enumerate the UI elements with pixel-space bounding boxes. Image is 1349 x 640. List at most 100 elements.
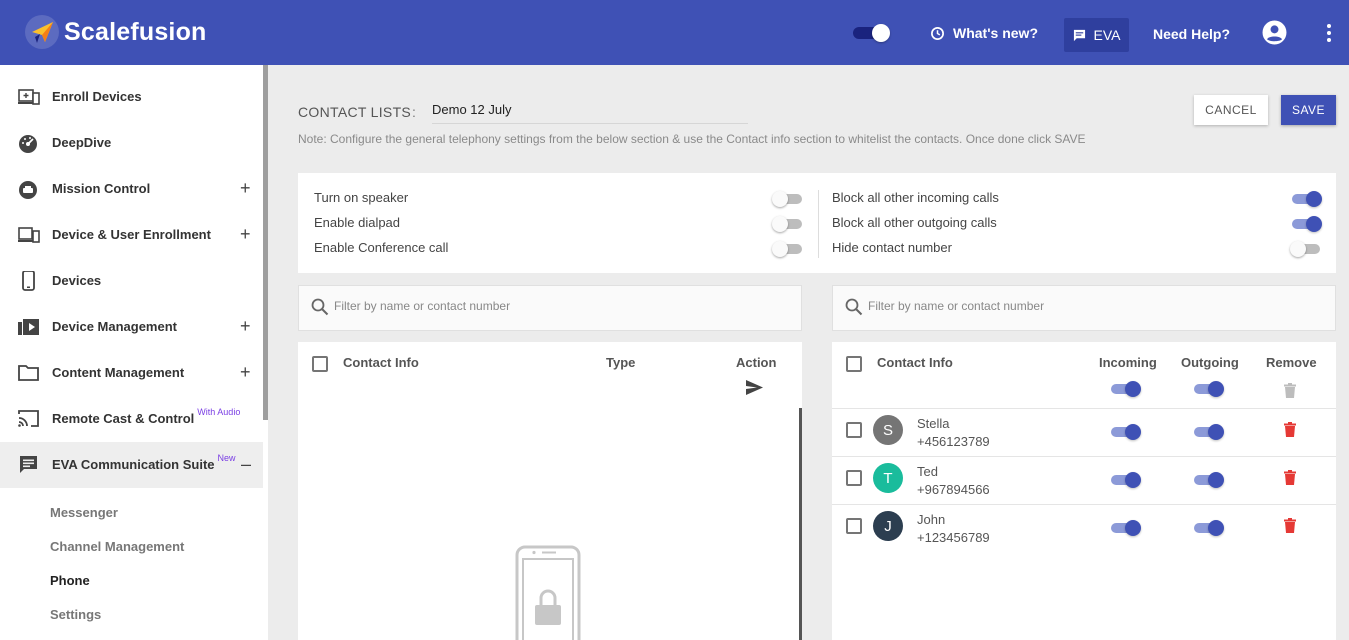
page-title: CONTACT LISTS <box>298 104 412 120</box>
subitem-channel-management[interactable]: Channel Management <box>50 539 184 554</box>
toggle-enable-dialpad[interactable] <box>772 216 804 232</box>
whats-new-label: What's new? <box>953 25 1038 41</box>
toggle-outgoing[interactable] <box>1192 520 1224 536</box>
toggle-outgoing[interactable] <box>1192 424 1224 440</box>
sidebar-item-remote-cast[interactable]: Remote Cast & Control With Audio <box>0 396 263 442</box>
subitem-phone[interactable]: Phone <box>50 573 90 588</box>
need-help-link[interactable]: Need Help? <box>1153 26 1230 42</box>
setting-hide-contact-number: Hide contact number <box>832 240 952 255</box>
collapse-minus-icon[interactable]: – <box>241 454 251 475</box>
sidebar: Enroll Devices DeepDive Mission Control … <box>0 65 268 640</box>
expand-plus-icon[interactable]: + <box>240 362 251 383</box>
setting-block-outgoing: Block all other outgoing calls <box>832 215 997 230</box>
column-remove: Remove <box>1266 355 1317 370</box>
left-search-bar <box>298 285 802 331</box>
right-search-input[interactable] <box>868 299 1268 313</box>
search-icon <box>311 298 329 316</box>
column-outgoing: Outgoing <box>1181 355 1239 370</box>
sidebar-scrollbar[interactable] <box>263 65 268 420</box>
note-text: Note: Configure the general telephony se… <box>298 132 1086 146</box>
toggle-enable-conference-call[interactable] <box>772 241 804 257</box>
settings-divider <box>818 190 819 258</box>
new-badge: New <box>217 453 236 463</box>
contact-name: Stella <box>917 416 950 431</box>
left-panel-scrollbar[interactable] <box>799 408 802 640</box>
toggle-outgoing[interactable] <box>1192 472 1224 488</box>
title-separator: : <box>412 104 416 120</box>
sidebar-item-device-management[interactable]: Device Management + <box>0 304 263 350</box>
header-toggle[interactable] <box>853 24 891 42</box>
row-checkbox[interactable] <box>846 518 862 534</box>
select-all-checkbox-left[interactable] <box>312 356 328 372</box>
row-divider <box>832 408 1336 409</box>
clock-icon <box>931 26 944 40</box>
scalefusion-logo-icon[interactable] <box>25 15 59 49</box>
expand-plus-icon[interactable]: + <box>240 316 251 337</box>
mission-control-icon <box>19 181 37 199</box>
cast-icon <box>18 410 39 427</box>
contact-number: +123456789 <box>917 530 990 545</box>
toggle-all-outgoing[interactable] <box>1192 381 1224 397</box>
sidebar-item-label: Remote Cast & Control With Audio <box>52 407 241 426</box>
setting-enable-conference-call: Enable Conference call <box>314 240 449 255</box>
right-search-bar <box>832 285 1336 331</box>
account-icon[interactable] <box>1262 20 1287 50</box>
column-action: Action <box>736 355 777 370</box>
sidebar-item-mission-control[interactable]: Mission Control + <box>0 166 263 212</box>
device-management-icon <box>18 319 39 335</box>
enroll-devices-icon <box>18 89 40 105</box>
row-checkbox[interactable] <box>846 422 862 438</box>
contact-name: Ted <box>917 464 938 479</box>
sidebar-item-devices[interactable]: Devices <box>0 258 263 304</box>
brand-name[interactable]: Scalefusion <box>64 18 207 47</box>
remove-all-trash-icon <box>1284 383 1296 398</box>
list-name-field[interactable]: Demo 12 July <box>432 102 748 124</box>
locked-phone-icon <box>515 545 581 640</box>
contact-number: +967894566 <box>917 482 990 497</box>
left-search-input[interactable] <box>334 299 734 313</box>
whats-new-link[interactable]: What's new? <box>930 25 1038 41</box>
expand-plus-icon[interactable]: + <box>240 224 251 245</box>
telephony-settings-card <box>298 173 1336 273</box>
sidebar-item-deepdive[interactable]: DeepDive <box>0 120 263 166</box>
send-icon[interactable] <box>746 380 763 395</box>
column-incoming: Incoming <box>1099 355 1157 370</box>
row-divider <box>832 504 1336 505</box>
toggle-all-incoming[interactable] <box>1109 381 1141 397</box>
column-contact-info: Contact Info <box>877 355 953 370</box>
toggle-hide-contact-number[interactable] <box>1290 241 1322 257</box>
select-all-checkbox-right[interactable] <box>846 356 862 372</box>
sidebar-item-label: Enroll Devices <box>52 89 142 104</box>
message-icon <box>1073 29 1085 41</box>
row-checkbox[interactable] <box>846 470 862 486</box>
more-options-icon[interactable] <box>1326 24 1332 45</box>
subitem-messenger[interactable]: Messenger <box>50 505 118 520</box>
avatar: T <box>873 463 903 493</box>
delete-trash-icon[interactable] <box>1284 422 1296 437</box>
expand-plus-icon[interactable]: + <box>240 178 251 199</box>
toggle-incoming[interactable] <box>1109 472 1141 488</box>
sidebar-item-content-management[interactable]: Content Management + <box>0 350 263 396</box>
column-type: Type <box>606 355 636 370</box>
subitem-settings[interactable]: Settings <box>50 607 101 622</box>
save-button[interactable]: SAVE <box>1281 95 1336 125</box>
sidebar-item-label: DeepDive <box>52 135 112 150</box>
toggle-turn-on-speaker[interactable] <box>772 191 804 207</box>
delete-trash-icon[interactable] <box>1284 470 1296 485</box>
toggle-block-incoming[interactable] <box>1290 191 1322 207</box>
toggle-incoming[interactable] <box>1109 520 1141 536</box>
eva-button[interactable]: EVA <box>1064 18 1129 52</box>
phone-icon <box>22 271 35 291</box>
sidebar-item-eva-suite[interactable]: EVA Communication Suite New – <box>0 442 263 488</box>
setting-enable-dialpad: Enable dialpad <box>314 215 401 230</box>
sidebar-item-device-user-enrollment[interactable]: Device & User Enrollment + <box>0 212 263 258</box>
dashboard-gauge-icon <box>19 135 37 153</box>
toggle-incoming[interactable] <box>1109 424 1141 440</box>
delete-trash-icon[interactable] <box>1284 518 1296 533</box>
sidebar-item-enroll-devices[interactable]: Enroll Devices <box>0 74 263 120</box>
device-enrollment-icon <box>18 227 40 243</box>
toggle-block-outgoing[interactable] <box>1290 216 1322 232</box>
cancel-button[interactable]: CANCEL <box>1194 95 1268 125</box>
whitelisted-contacts-panel <box>832 342 1336 640</box>
setting-block-incoming: Block all other incoming calls <box>832 190 999 205</box>
